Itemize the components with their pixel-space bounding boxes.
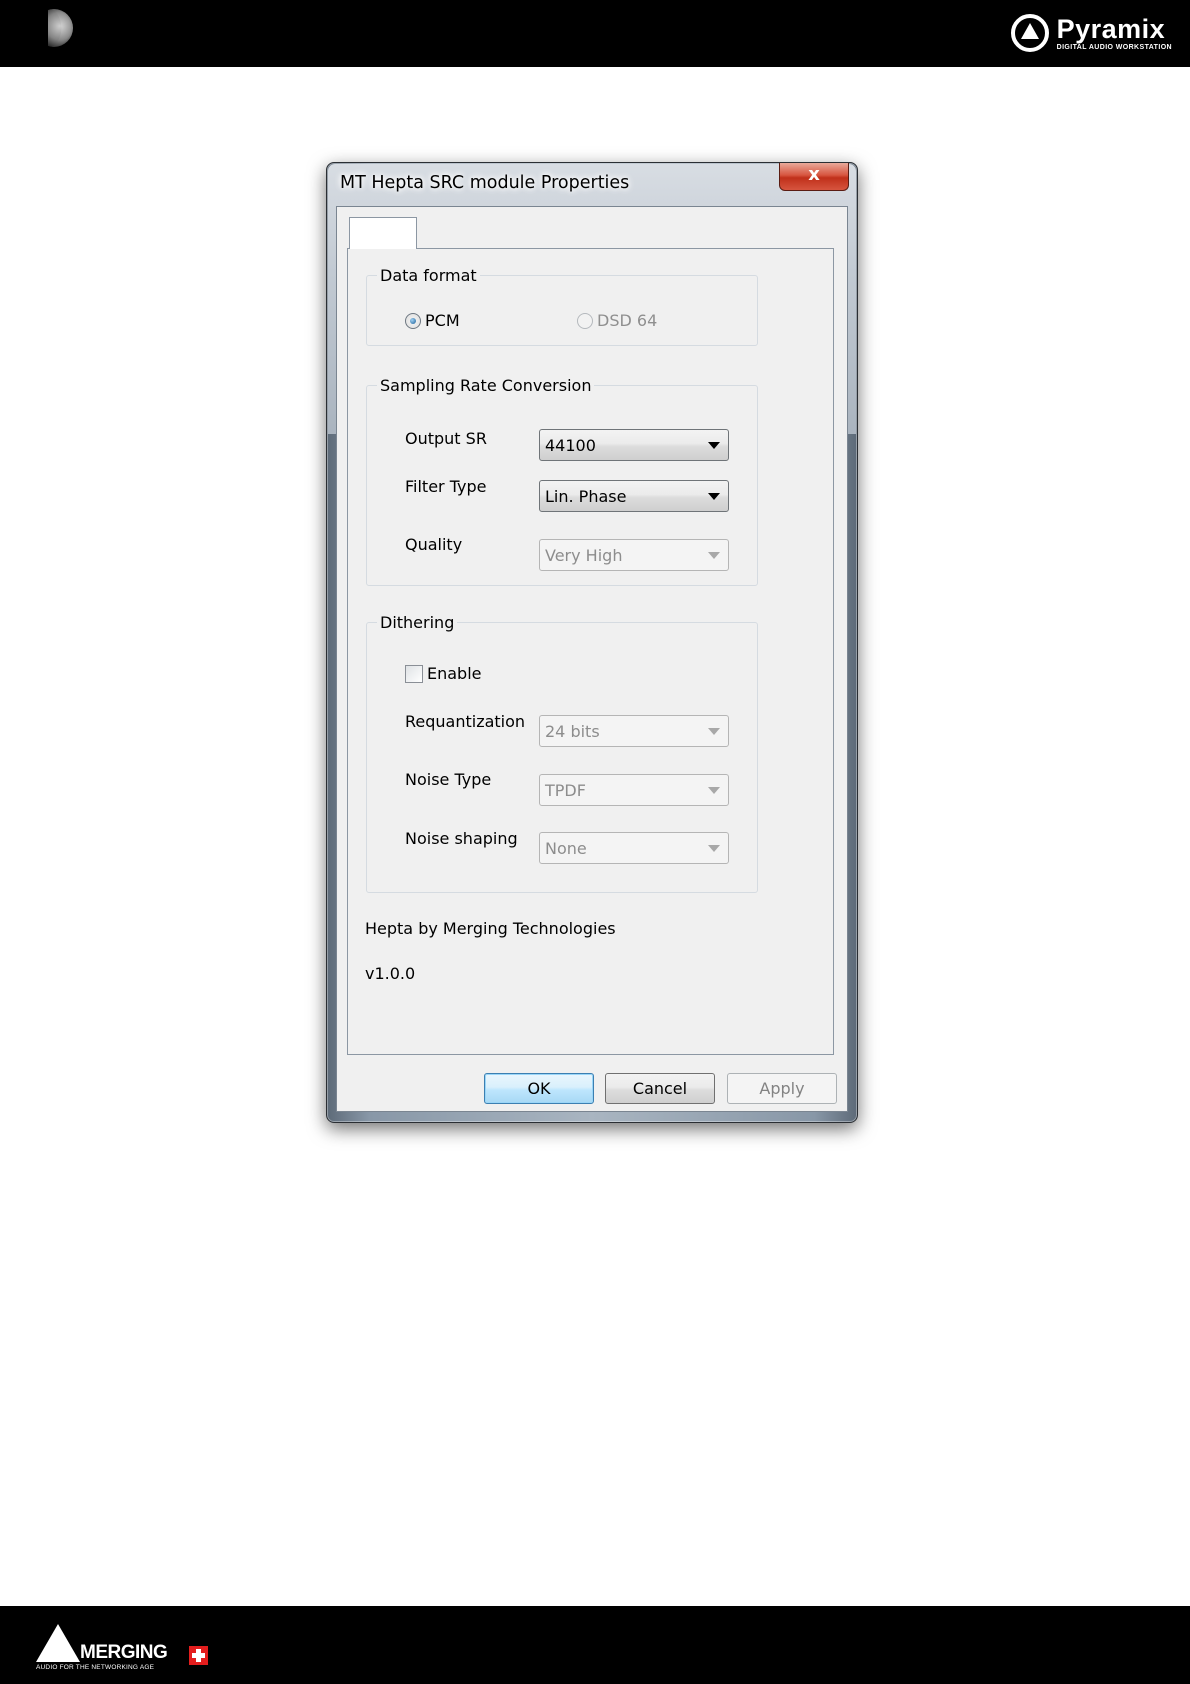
cancel-button[interactable]: Cancel <box>605 1073 715 1104</box>
checkbox-unchecked-icon <box>405 664 423 683</box>
swiss-flag-icon <box>189 1646 208 1665</box>
noise-type-value: TPDF <box>545 780 586 800</box>
requantization-label: Requantization <box>405 712 526 731</box>
chevron-down-icon <box>708 493 720 500</box>
data-format-group: Data format PCM DSD 64 <box>366 266 758 346</box>
chevron-down-icon <box>708 552 720 559</box>
chevron-down-icon <box>708 845 720 852</box>
dsd64-radio-label: DSD 64 <box>597 311 658 330</box>
chevron-down-icon <box>708 728 720 735</box>
noise-shaping-select[interactable]: None <box>539 832 729 864</box>
footer-tagline: AUDIO FOR THE NETWORKING AGE <box>36 1664 155 1671</box>
dialog-title: MT Hepta SRC module Properties <box>340 173 630 193</box>
version-text: v1.0.0 <box>365 964 416 983</box>
requantization-select[interactable]: 24 bits <box>539 715 729 747</box>
merging-logo: MERGING AUDIO FOR THE NETWORKING AGE <box>34 1624 224 1674</box>
filter-type-label: Filter Type <box>405 477 487 496</box>
pyramix-triangle-icon <box>1010 14 1049 52</box>
radio-unselected-icon <box>577 312 593 329</box>
tab-main[interactable] <box>349 217 417 249</box>
chevron-down-icon <box>708 787 720 794</box>
vendor-text: Hepta by Merging Technologies <box>365 919 616 938</box>
ok-button[interactable]: OK <box>484 1073 594 1104</box>
data-format-label: Data format <box>380 266 477 285</box>
noise-type-select[interactable]: TPDF <box>539 774 729 806</box>
properties-dialog: MT Hepta SRC module Properties x Data fo… <box>326 162 858 1123</box>
merging-triangle-icon <box>36 1624 80 1662</box>
dithering-label: Dithering <box>380 613 455 632</box>
filter-type-select[interactable]: Lin. Phase <box>539 480 729 512</box>
output-sr-value: 44100 <box>545 435 596 455</box>
enable-checkbox[interactable]: Enable <box>405 664 482 683</box>
pyramix-logo: Pyramix DIGITAL AUDIO WORKSTATION <box>1010 12 1172 54</box>
header-band: Pyramix DIGITAL AUDIO WORKSTATION <box>0 0 1190 67</box>
noise-type-label: Noise Type <box>405 770 492 789</box>
radio-selected-icon <box>405 312 421 329</box>
chevron-down-icon <box>708 442 720 449</box>
noise-shaping-value: None <box>545 838 587 858</box>
pcm-radio[interactable]: PCM <box>405 311 460 330</box>
close-icon: x <box>808 164 820 185</box>
sampling-rate-conversion-group: Sampling Rate Conversion Output SR 44100… <box>366 376 758 586</box>
dithering-group: Dithering Enable Requantization 24 bits … <box>366 613 758 893</box>
output-sr-label: Output SR <box>405 429 487 448</box>
footer-band: MERGING AUDIO FOR THE NETWORKING AGE <box>0 1606 1190 1684</box>
close-button[interactable]: x <box>779 163 849 191</box>
brand-subtitle: DIGITAL AUDIO WORKSTATION <box>1056 43 1172 51</box>
filter-type-value: Lin. Phase <box>545 486 627 506</box>
enable-checkbox-label: Enable <box>427 664 482 683</box>
tab-panel: Data format PCM DSD 64 Sampling Rate Con… <box>347 248 834 1055</box>
dialog-client-area: Data format PCM DSD 64 Sampling Rate Con… <box>336 206 848 1112</box>
apply-button[interactable]: Apply <box>727 1073 837 1104</box>
footer-brand-name: MERGING <box>80 1642 168 1663</box>
src-group-label: Sampling Rate Conversion <box>380 376 592 395</box>
dsd64-radio[interactable]: DSD 64 <box>577 311 657 330</box>
pcm-radio-label: PCM <box>425 311 460 330</box>
quality-label: Quality <box>405 535 463 554</box>
brand-name: Pyramix <box>1056 13 1166 44</box>
output-sr-select[interactable]: 44100 <box>539 429 729 461</box>
quality-value: Very High <box>545 545 623 565</box>
noise-shaping-label: Noise shaping <box>405 829 518 848</box>
quality-select[interactable]: Very High <box>539 539 729 571</box>
requantization-value: 24 bits <box>545 721 600 741</box>
moon-icon <box>44 7 74 49</box>
